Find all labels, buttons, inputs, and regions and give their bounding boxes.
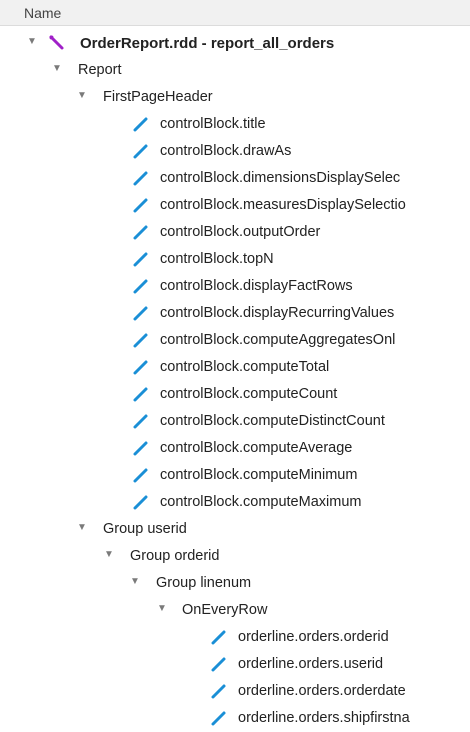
on-every-row-label: OnEveryRow <box>182 602 268 618</box>
leaf-label: controlBlock.computeTotal <box>160 359 330 375</box>
blue-pencil-icon <box>132 142 150 160</box>
control-block-row[interactable]: controlBlock.title <box>0 111 470 138</box>
leaf-label: controlBlock.displayFactRows <box>160 278 353 294</box>
blue-pencil-icon <box>132 250 150 268</box>
blue-pencil-icon <box>210 628 228 646</box>
report-label: Report <box>78 62 122 78</box>
disclosure-expanded-icon[interactable]: ▼ <box>130 577 140 587</box>
leaf-label: controlBlock.dimensionsDisplaySelec <box>160 170 401 186</box>
orderline-field-row[interactable]: orderline.orders.userid <box>0 651 470 678</box>
blue-pencil-icon <box>132 466 150 484</box>
group-orderid-label: Group orderid <box>130 548 220 564</box>
leaf-label: orderline.orders.orderdate <box>238 683 406 699</box>
disclosure-expanded-icon[interactable]: ▼ <box>104 550 114 560</box>
disclosure-expanded-icon[interactable]: ▼ <box>77 91 87 101</box>
leaf-label: controlBlock.displayRecurringValues <box>160 305 395 321</box>
control-block-row[interactable]: controlBlock.computeMaximum <box>0 489 470 516</box>
leaf-label: controlBlock.computeAverage <box>160 440 353 456</box>
purple-pencil-icon <box>48 34 66 52</box>
disclosure-expanded-icon[interactable]: ▼ <box>157 604 167 614</box>
root-label: OrderReport.rdd - report_all_orders <box>80 35 335 52</box>
blue-pencil-icon <box>132 304 150 322</box>
leaf-label: controlBlock.drawAs <box>160 143 292 159</box>
blue-pencil-icon <box>132 493 150 511</box>
blue-pencil-icon <box>132 412 150 430</box>
blue-pencil-icon <box>132 331 150 349</box>
blue-pencil-icon <box>132 385 150 403</box>
tree-row-on-every-row[interactable]: ▼ OnEveryRow <box>0 597 470 624</box>
leaf-label: controlBlock.topN <box>160 251 274 267</box>
orderline-field-row[interactable]: orderline.orders.orderdate <box>0 678 470 705</box>
blue-pencil-icon <box>210 655 228 673</box>
control-block-row[interactable]: controlBlock.computeAverage <box>0 435 470 462</box>
control-block-row[interactable]: controlBlock.displayRecurringValues <box>0 300 470 327</box>
tree-row-first-page-header[interactable]: ▼ FirstPageHeader <box>0 84 470 111</box>
orderline-field-row[interactable]: orderline.orders.shipfirstna <box>0 705 470 732</box>
leaf-label: controlBlock.computeDistinctCount <box>160 413 385 429</box>
tree-row-group-userid[interactable]: ▼ Group userid <box>0 516 470 543</box>
control-block-row[interactable]: controlBlock.measuresDisplaySelectio <box>0 192 470 219</box>
leaf-label: orderline.orders.userid <box>238 656 384 672</box>
leaf-label: controlBlock.computeAggregatesOnl <box>160 332 396 348</box>
blue-pencil-icon <box>132 439 150 457</box>
leaf-label: orderline.orders.shipfirstna <box>238 710 410 726</box>
leaf-label: controlBlock.measuresDisplaySelectio <box>160 197 406 213</box>
control-block-row[interactable]: controlBlock.dimensionsDisplaySelec <box>0 165 470 192</box>
blue-pencil-icon <box>210 682 228 700</box>
blue-pencil-icon <box>132 223 150 241</box>
control-block-list: controlBlock.title controlBlock.drawAs con… <box>0 111 470 516</box>
orderline-field-list: orderline.orders.orderid orderline.orders… <box>0 624 470 732</box>
control-block-row[interactable]: controlBlock.computeCount <box>0 381 470 408</box>
blue-pencil-icon <box>132 169 150 187</box>
tree-row-group-linenum[interactable]: ▼ Group linenum <box>0 570 470 597</box>
control-block-row[interactable]: controlBlock.displayFactRows <box>0 273 470 300</box>
name-column-label: Name <box>24 5 62 21</box>
group-userid-label: Group userid <box>103 521 187 537</box>
control-block-row[interactable]: controlBlock.computeDistinctCount <box>0 408 470 435</box>
leaf-label: orderline.orders.orderid <box>238 629 389 645</box>
leaf-label: controlBlock.computeCount <box>160 386 338 402</box>
control-block-row[interactable]: controlBlock.topN <box>0 246 470 273</box>
leaf-label: controlBlock.outputOrder <box>160 224 321 240</box>
column-header[interactable]: Name <box>0 0 470 26</box>
disclosure-expanded-icon[interactable]: ▼ <box>27 37 37 47</box>
control-block-row[interactable]: controlBlock.outputOrder <box>0 219 470 246</box>
blue-pencil-icon <box>210 709 228 727</box>
tree-row-report[interactable]: ▼ Report <box>0 57 470 84</box>
tree-row-group-orderid[interactable]: ▼ Group orderid <box>0 543 470 570</box>
blue-pencil-icon <box>132 277 150 295</box>
control-block-row[interactable]: controlBlock.drawAs <box>0 138 470 165</box>
blue-pencil-icon <box>132 358 150 376</box>
blue-pencil-icon <box>132 196 150 214</box>
leaf-label: controlBlock.computeMinimum <box>160 467 358 483</box>
tree-row-root[interactable]: ▼ OrderReport.rdd - report_all_orders <box>0 30 470 57</box>
leaf-label: controlBlock.computeMaximum <box>160 494 362 510</box>
blue-pencil-icon <box>132 115 150 133</box>
first-page-header-label: FirstPageHeader <box>103 89 213 105</box>
leaf-label: controlBlock.title <box>160 116 266 132</box>
group-linenum-label: Group linenum <box>156 575 252 591</box>
control-block-row[interactable]: controlBlock.computeMinimum <box>0 462 470 489</box>
control-block-row[interactable]: controlBlock.computeTotal <box>0 354 470 381</box>
disclosure-expanded-icon[interactable]: ▼ <box>52 64 62 74</box>
orderline-field-row[interactable]: orderline.orders.orderid <box>0 624 470 651</box>
disclosure-expanded-icon[interactable]: ▼ <box>77 523 87 533</box>
control-block-row[interactable]: controlBlock.computeAggregatesOnl <box>0 327 470 354</box>
outline-tree[interactable]: ▼ OrderReport.rdd - report_all_orders ▼ … <box>0 30 470 732</box>
